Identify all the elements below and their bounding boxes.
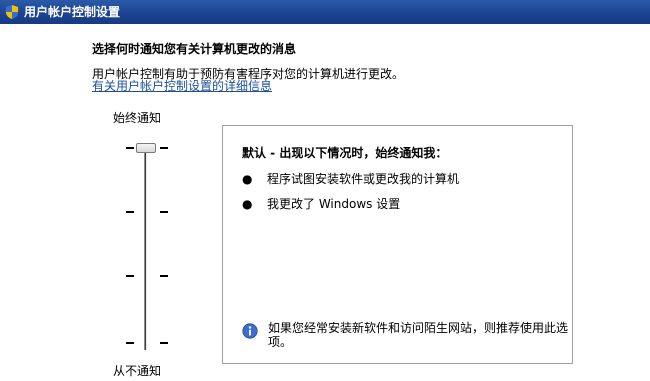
recommendation-text: 如果您经常安装新软件和访问陌生网站，则推荐使用此选项。	[268, 321, 569, 349]
info-icon	[242, 323, 258, 339]
slider-tick-right	[160, 211, 168, 213]
slider-bottom-label: 从不通知	[113, 364, 162, 378]
slider-tick-left	[126, 342, 134, 344]
slider-tick-left	[126, 211, 134, 213]
panel-title: 默认 - 出现以下情况时，始终通知我：	[242, 146, 448, 160]
uac-settings-help-link[interactable]: 有关用户帐户控制设置的详细信息	[92, 79, 272, 93]
slider-tick-left	[126, 147, 134, 149]
window-title: 用户帐户控制设置	[24, 5, 121, 19]
slider-tick-left	[126, 275, 134, 277]
bullet-icon: ●	[242, 197, 253, 211]
slider-thumb[interactable]	[136, 143, 156, 153]
bullet-item: 程序试图安装软件或更改我的计算机	[267, 172, 460, 186]
bullet-icon: ●	[242, 172, 253, 186]
slider-tick-right	[160, 275, 168, 277]
uac-shield-icon	[5, 4, 19, 20]
bullet-item: 我更改了 Windows 设置	[267, 197, 401, 211]
level-description-panel: 默认 - 出现以下情况时，始终通知我： ● 程序试图安装软件或更改我的计算机 ●…	[222, 125, 573, 364]
title-bar[interactable]: 用户帐户控制设置	[0, 0, 650, 24]
slider-tick-right	[160, 147, 168, 149]
page-heading: 选择何时通知您有关计算机更改的消息	[92, 42, 297, 56]
slider-top-label: 始终通知	[113, 111, 162, 125]
notification-level-slider[interactable]	[120, 136, 174, 360]
slider-track[interactable]	[144, 144, 148, 350]
slider-tick-right	[160, 342, 168, 344]
